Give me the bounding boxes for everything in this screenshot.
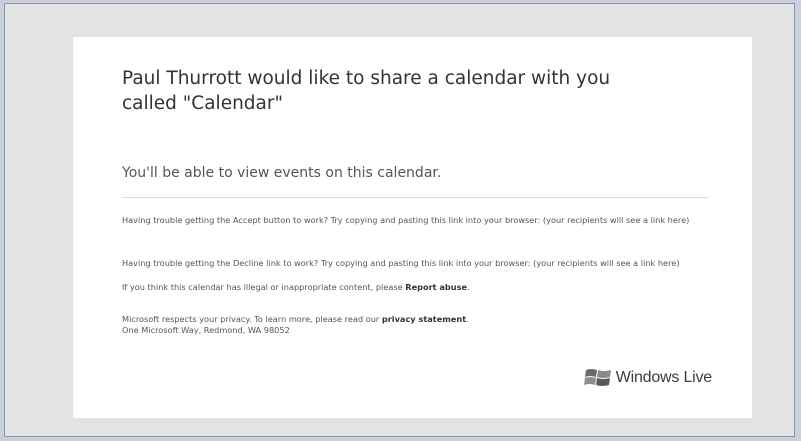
windows-live-logo: Windows Live bbox=[583, 367, 713, 389]
company-address: One Microsoft Way, Redmond, WA 98052 bbox=[122, 325, 290, 335]
windows-live-text: Windows Live bbox=[615, 369, 713, 386]
privacy-notice: Microsoft respects your privacy. To lear… bbox=[122, 314, 722, 325]
email-body: Paul Thurrott would like to share a cale… bbox=[73, 37, 752, 418]
windows-flag-icon bbox=[583, 367, 614, 389]
privacy-suffix: . bbox=[466, 314, 469, 324]
report-abuse-link[interactable]: Report abuse bbox=[405, 282, 467, 292]
privacy-prefix: Microsoft respects your privacy. To lear… bbox=[122, 314, 382, 324]
privacy-statement-link[interactable]: privacy statement bbox=[382, 314, 466, 324]
decline-help-text: Having trouble getting the Decline link … bbox=[122, 258, 680, 268]
divider bbox=[122, 197, 709, 198]
abuse-suffix: . bbox=[467, 282, 470, 292]
abuse-notice: If you think this calendar has illegal o… bbox=[122, 282, 722, 293]
email-window: Paul Thurrott would like to share a cale… bbox=[4, 3, 795, 437]
abuse-prefix: If you think this calendar has illegal o… bbox=[122, 282, 406, 292]
share-heading: Paul Thurrott would like to share a cale… bbox=[122, 68, 611, 114]
accept-help-text: Having trouble getting the Accept button… bbox=[122, 215, 690, 225]
share-description: You'll be able to view events on this ca… bbox=[122, 165, 442, 181]
